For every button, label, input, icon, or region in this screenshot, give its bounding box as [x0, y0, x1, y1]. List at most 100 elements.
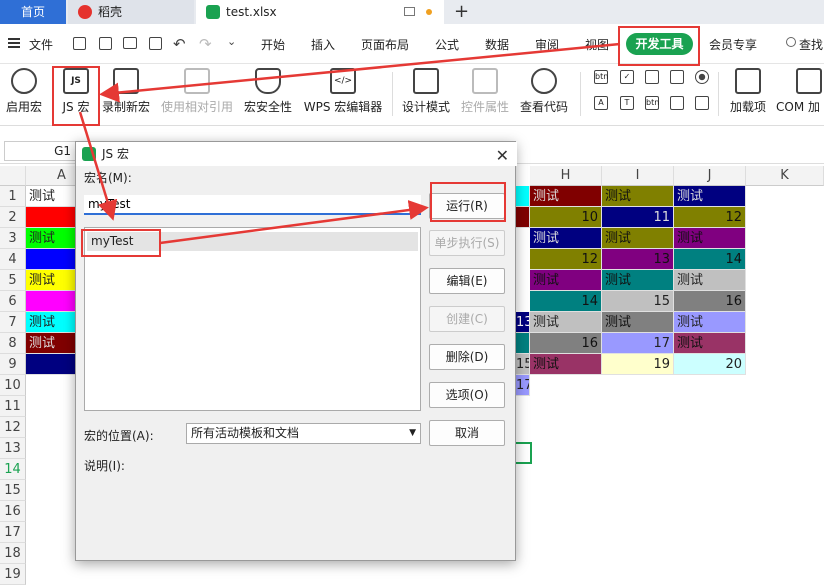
table-cell[interactable]: 19 — [602, 354, 674, 375]
partial-cell[interactable] — [516, 207, 530, 228]
table-cell[interactable]: 测试 — [674, 312, 746, 333]
menu-insert[interactable]: 插入 — [311, 36, 335, 53]
partial-cell[interactable]: 13 — [516, 312, 530, 333]
row-header[interactable]: 9 — [0, 354, 26, 375]
listbox-control-icon[interactable] — [645, 70, 659, 84]
column-header-j[interactable]: J — [674, 166, 746, 186]
checkbox-control-icon[interactable]: ✓ — [620, 70, 634, 84]
save-icon[interactable] — [73, 37, 86, 50]
cancel-button[interactable]: 取消 — [429, 420, 505, 446]
radio-control-icon[interactable] — [695, 70, 709, 84]
selected-cell-fragment[interactable] — [516, 442, 532, 464]
label-control-icon[interactable]: btn — [594, 70, 608, 84]
delete-button[interactable]: 删除(D) — [429, 344, 505, 370]
partial-cell[interactable]: 17 — [516, 375, 530, 396]
create-button[interactable]: 创建(C) — [429, 306, 505, 332]
scrollbar-control-icon[interactable] — [670, 96, 684, 110]
tab-test-xlsx[interactable]: test.xlsx — [196, 0, 444, 24]
menu-member[interactable]: 会员专享 — [709, 36, 757, 53]
row-header[interactable]: 1 — [0, 186, 26, 207]
table-cell[interactable]: 测试 — [674, 186, 746, 207]
table-cell[interactable]: 测试 — [530, 312, 602, 333]
table-cell[interactable]: 测试 — [530, 228, 602, 249]
table-cell[interactable]: 测试 — [602, 270, 674, 291]
macro-security-button[interactable]: 宏安全性 — [241, 68, 295, 115]
corner-select-all[interactable] — [0, 166, 26, 186]
print-icon[interactable] — [123, 37, 137, 49]
menu-page-layout[interactable]: 页面布局 — [361, 36, 409, 53]
column-header-k[interactable]: K — [746, 166, 824, 186]
options-button[interactable]: 选项(O) — [429, 382, 505, 408]
table-cell[interactable]: 测试 — [602, 186, 674, 207]
table-cell[interactable]: 14 — [530, 291, 602, 312]
partial-cell[interactable] — [516, 333, 530, 354]
row-header[interactable]: 8 — [0, 333, 26, 354]
table-cell[interactable]: 11 — [602, 207, 674, 228]
relative-ref-button[interactable]: 使用相对引用 — [159, 68, 235, 115]
menu-home[interactable]: 开始 — [261, 36, 285, 53]
column-header-h[interactable]: H — [530, 166, 602, 186]
macro-location-select[interactable]: 所有活动模板和文档 ▼ — [186, 423, 421, 444]
table-cell[interactable]: 17 — [602, 333, 674, 354]
table-cell[interactable]: 测试 — [530, 186, 602, 207]
partial-cell[interactable]: 15 — [516, 354, 530, 375]
redo-icon[interactable]: ↷ — [199, 35, 212, 53]
table-cell[interactable]: 12 — [530, 249, 602, 270]
table-cell[interactable]: 测试 — [674, 228, 746, 249]
table-cell[interactable]: 12 — [674, 207, 746, 228]
row-header[interactable]: 5 — [0, 270, 26, 291]
row-header[interactable]: 13 — [0, 438, 26, 459]
table-cell[interactable]: 16 — [674, 291, 746, 312]
table-cell[interactable]: 测试 — [674, 333, 746, 354]
search-icon[interactable] — [786, 37, 796, 47]
text-label-control-icon[interactable]: A — [594, 96, 608, 110]
record-macro-button[interactable]: 录制新宏 — [100, 68, 152, 115]
menu-view[interactable]: 视图 — [585, 36, 609, 53]
combobox-control-icon[interactable] — [670, 70, 684, 84]
com-addins-button[interactable]: COM 加 — [776, 68, 824, 115]
button-control-icon[interactable]: btn — [645, 96, 659, 110]
edit-button[interactable]: 编辑(E) — [429, 268, 505, 294]
undo-icon[interactable]: ↶ — [173, 35, 186, 53]
row-header[interactable]: 12 — [0, 417, 26, 438]
menu-file[interactable]: 文件 — [29, 36, 53, 53]
row-header[interactable]: 6 — [0, 291, 26, 312]
row-header[interactable]: 14 — [0, 459, 26, 480]
tab-home[interactable]: 首页 — [0, 0, 66, 24]
table-cell[interactable]: 测试 — [530, 270, 602, 291]
row-header[interactable]: 15 — [0, 480, 26, 501]
row-header[interactable]: 18 — [0, 543, 26, 564]
table-cell[interactable]: 测试 — [602, 228, 674, 249]
view-code-button[interactable]: 查看代码 — [518, 68, 570, 115]
row-header[interactable]: 19 — [0, 564, 26, 585]
more-chevron-icon[interactable]: ⌄ — [227, 35, 236, 48]
tab-daoke[interactable]: 稻壳 — [68, 0, 194, 24]
table-cell[interactable]: 16 — [530, 333, 602, 354]
row-header[interactable]: 17 — [0, 522, 26, 543]
name-box[interactable]: G1 — [4, 141, 76, 161]
table-cell[interactable]: 15 — [602, 291, 674, 312]
row-header[interactable]: 2 — [0, 207, 26, 228]
table-cell[interactable]: 测试 — [674, 270, 746, 291]
new-tab-button[interactable]: + — [454, 0, 469, 24]
control-props-button[interactable]: 控件属性 — [459, 68, 511, 115]
wps-macro-editor-button[interactable]: </> WPS 宏编辑器 — [301, 68, 385, 115]
macro-name-input[interactable] — [84, 195, 421, 215]
design-mode-button[interactable]: 设计模式 — [400, 68, 452, 115]
table-cell[interactable]: 14 — [674, 249, 746, 270]
menu-search[interactable]: 查找 — [799, 36, 823, 53]
row-header[interactable]: 11 — [0, 396, 26, 417]
row-header[interactable]: 7 — [0, 312, 26, 333]
row-header[interactable]: 10 — [0, 375, 26, 396]
close-icon[interactable]: ✕ — [496, 144, 509, 168]
row-header[interactable]: 3 — [0, 228, 26, 249]
enable-macro-button[interactable]: 启用宏 — [4, 68, 44, 115]
spin-control-icon[interactable] — [695, 96, 709, 110]
table-cell[interactable]: 测试 — [530, 354, 602, 375]
menu-formula[interactable]: 公式 — [435, 36, 459, 53]
table-cell[interactable]: 20 — [674, 354, 746, 375]
menu-data[interactable]: 数据 — [485, 36, 509, 53]
addins-button[interactable]: 加载项 — [726, 68, 770, 115]
row-header[interactable]: 4 — [0, 249, 26, 270]
export-icon[interactable] — [99, 37, 112, 50]
